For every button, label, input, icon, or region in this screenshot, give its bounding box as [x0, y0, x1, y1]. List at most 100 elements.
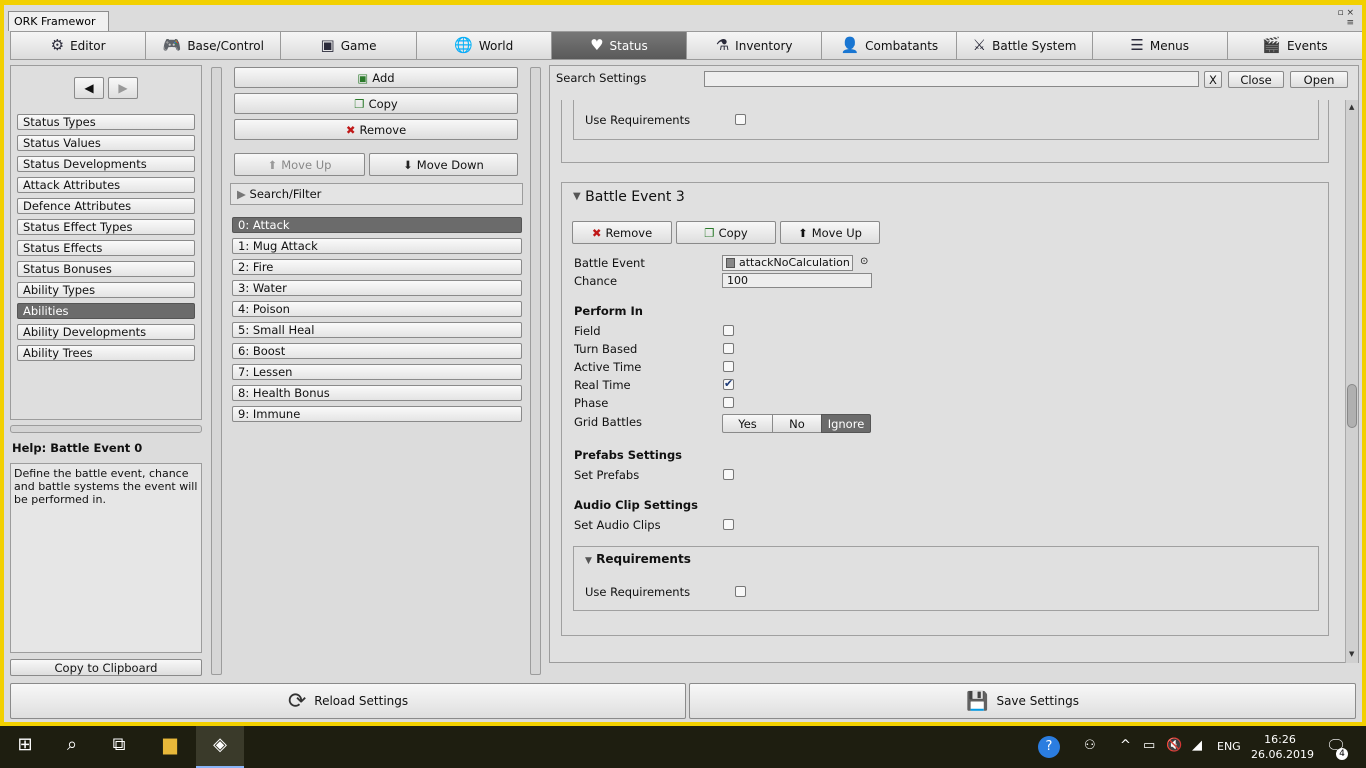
reload-settings-button[interactable]: ⟳ Reload Settings: [10, 683, 686, 719]
nav-splitter[interactable]: [10, 425, 202, 433]
search-icon[interactable]: ⌕: [57, 734, 87, 755]
list-item[interactable]: 1: Mug Attack: [232, 238, 522, 254]
move-up-button[interactable]: ⬆ Move Up: [234, 153, 365, 176]
sidebar-item-status-bonuses[interactable]: Status Bonuses: [17, 261, 195, 277]
task-view-icon[interactable]: ⧉: [104, 734, 134, 755]
maximize-icon[interactable]: ▫: [1337, 8, 1343, 18]
event-move-up-button[interactable]: ⬆ Move Up: [780, 221, 880, 244]
clear-search-button[interactable]: X: [1204, 71, 1222, 88]
requirements-toggle[interactable]: ▼ Requirements: [585, 552, 691, 566]
clock[interactable]: 16:26 26.06.2019: [1251, 732, 1314, 762]
sidebar-item-status-developments[interactable]: Status Developments: [17, 156, 195, 172]
person-icon: 👤: [840, 36, 860, 54]
volume-muted-icon[interactable]: 🔇: [1166, 738, 1182, 753]
tab-battle-system[interactable]: ⚔ Battle System: [956, 31, 1093, 60]
perform-in-turn-based-checkbox[interactable]: [723, 343, 734, 354]
perform-in-active-time-checkbox[interactable]: [723, 361, 734, 372]
left-splitter[interactable]: [211, 67, 222, 675]
unity-taskbar-button[interactable]: ◈: [196, 726, 244, 768]
sidebar-item-status-effect-types[interactable]: Status Effect Types: [17, 219, 195, 235]
chevron-up-icon[interactable]: ^: [1120, 738, 1131, 753]
help-title: Help: Battle Event 0: [12, 441, 143, 455]
sidebar-item-ability-types[interactable]: Ability Types: [17, 282, 195, 298]
window-title-tab[interactable]: ORK Framewor: [8, 11, 109, 31]
tab-combatants[interactable]: 👤 Combatants: [821, 31, 958, 60]
move-down-button[interactable]: ⬇ Move Down: [369, 153, 518, 176]
tab-inventory[interactable]: ⚗ Inventory: [686, 31, 823, 60]
scrollbar-thumb[interactable]: [1347, 384, 1357, 428]
list-item[interactable]: 7: Lessen: [232, 364, 522, 380]
save-settings-button[interactable]: 💾 Save Settings: [689, 683, 1356, 719]
sidebar-item-abilities[interactable]: Abilities: [17, 303, 195, 319]
open-button[interactable]: Open: [1290, 71, 1348, 88]
copy-to-clipboard-button[interactable]: Copy to Clipboard: [10, 659, 202, 676]
tab-label: Game: [340, 38, 377, 53]
help-icon[interactable]: ?: [1038, 736, 1060, 758]
use-requirements-checkbox[interactable]: [735, 586, 746, 597]
people-icon[interactable]: ⚇: [1084, 738, 1096, 753]
network-icon[interactable]: ◢: [1192, 738, 1202, 753]
remove-button[interactable]: ✖ Remove: [234, 119, 518, 140]
add-button[interactable]: ▣ Add: [234, 67, 518, 88]
list-item[interactable]: 6: Boost: [232, 343, 522, 359]
window-controls[interactable]: ▫ × ≡: [1337, 8, 1354, 28]
event-copy-button[interactable]: ❐ Copy: [676, 221, 776, 244]
close-icon[interactable]: ×: [1346, 8, 1354, 18]
sidebar-item-attack-attributes[interactable]: Attack Attributes: [17, 177, 195, 193]
set-prefabs-checkbox[interactable]: [723, 469, 734, 480]
perform-in-phase-checkbox[interactable]: [723, 397, 734, 408]
tab-world[interactable]: 🌐 World: [415, 31, 552, 60]
battle-event-title[interactable]: ▼ Battle Event 3: [573, 189, 685, 205]
scroll-up-icon[interactable]: ▲: [1349, 103, 1354, 111]
arrow-down-icon: ⬇: [403, 157, 413, 172]
sidebar-item-defence-attributes[interactable]: Defence Attributes: [17, 198, 195, 214]
back-button[interactable]: ◀: [74, 77, 104, 99]
sidebar-item-status-effects[interactable]: Status Effects: [17, 240, 195, 256]
search-settings-input[interactable]: [704, 71, 1199, 87]
grid-yes-button[interactable]: Yes: [722, 414, 773, 433]
close-button[interactable]: Close: [1228, 71, 1284, 88]
file-explorer-icon[interactable]: ▆: [155, 734, 185, 755]
copy-label: Copy: [368, 96, 398, 111]
sidebar-item-status-types[interactable]: Status Types: [17, 114, 195, 130]
menu-icon[interactable]: ≡: [1337, 18, 1354, 28]
perform-in-real-time-checkbox[interactable]: [723, 377, 734, 390]
grid-no-button[interactable]: No: [772, 414, 822, 433]
list-item[interactable]: 8: Health Bonus: [232, 385, 522, 401]
grid-ignore-button[interactable]: Ignore: [821, 414, 871, 433]
windows-start-icon[interactable]: ⊞: [10, 734, 40, 755]
battle-event-field[interactable]: attackNoCalculation: [722, 255, 853, 271]
tab-menus[interactable]: ☰ Menus: [1091, 31, 1228, 60]
list-item[interactable]: 2: Fire: [232, 259, 522, 275]
scroll-down-icon[interactable]: ▼: [1349, 650, 1354, 658]
object-picker-icon[interactable]: ⊙: [860, 256, 868, 267]
list-item[interactable]: 5: Small Heal: [232, 322, 522, 338]
list-item[interactable]: 9: Immune: [232, 406, 522, 422]
event-remove-button[interactable]: ✖ Remove: [572, 221, 672, 244]
list-item[interactable]: 3: Water: [232, 280, 522, 296]
tab-editor[interactable]: ⚙ Editor: [10, 31, 147, 60]
perform-in-real-time-label: Real Time: [574, 378, 631, 392]
battery-icon[interactable]: ▭: [1143, 738, 1155, 753]
tab-game[interactable]: ▣ Game: [280, 31, 417, 60]
settings-scrollbar[interactable]: ▲ ▼: [1345, 100, 1358, 663]
list-item[interactable]: 4: Poison: [232, 301, 522, 317]
copy-button[interactable]: ❐ Copy: [234, 93, 518, 114]
search-filter-toggle[interactable]: ▶ Search/Filter: [230, 183, 523, 205]
sidebar-item-status-values[interactable]: Status Values: [17, 135, 195, 151]
copy-icon: ❐: [704, 225, 715, 240]
language-indicator[interactable]: ENG: [1217, 740, 1241, 753]
forward-button[interactable]: ▶: [108, 77, 138, 99]
tab-status[interactable]: ♥ Status: [550, 31, 688, 60]
middle-splitter[interactable]: [530, 67, 541, 675]
list-item[interactable]: 0: Attack: [232, 217, 522, 233]
sidebar-item-ability-developments[interactable]: Ability Developments: [17, 324, 195, 340]
tab-events[interactable]: 🎬 Events: [1226, 31, 1362, 60]
asset-icon: [726, 258, 735, 268]
tab-base-control[interactable]: 🎮 Base/Control: [145, 31, 282, 60]
set-audio-clips-checkbox[interactable]: [723, 519, 734, 530]
use-requirements-checkbox[interactable]: [735, 114, 746, 125]
chance-input[interactable]: 100: [722, 273, 872, 288]
sidebar-item-ability-trees[interactable]: Ability Trees: [17, 345, 195, 361]
perform-in-field-checkbox[interactable]: [723, 325, 734, 336]
